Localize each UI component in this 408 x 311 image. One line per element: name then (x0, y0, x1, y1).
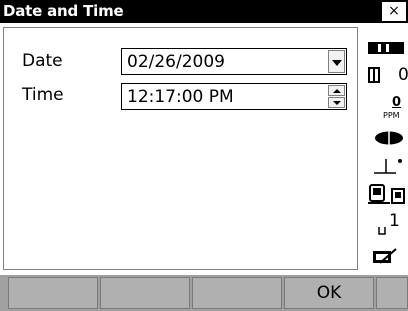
ok-button[interactable]: OK (284, 277, 374, 309)
prism-constant-value: 0 (398, 65, 408, 85)
ppm-value: 0 (392, 95, 402, 110)
time-value: 12:17:00 PM (127, 87, 234, 107)
date-dropdown[interactable]: 02/26/2009 (121, 48, 347, 75)
chevron-down-icon (332, 60, 342, 66)
form-panel: Date 02/26/2009 Time 12:17:00 PM (3, 27, 358, 270)
date-value: 02/26/2009 (127, 52, 225, 72)
softkey-1[interactable] (8, 277, 98, 309)
date-label: Date (22, 51, 63, 71)
title-bar: Date and Time × (0, 0, 408, 23)
target-icon (374, 130, 404, 145)
battery-icon (368, 39, 404, 54)
spin-down-button[interactable] (328, 97, 345, 108)
time-spinner[interactable]: 12:17:00 PM (121, 83, 347, 110)
content-area: Date 02/26/2009 Time 12:17:00 PM (0, 23, 408, 275)
softkey-2[interactable] (100, 277, 190, 309)
close-button[interactable]: × (382, 2, 406, 21)
status-bar: 0 0 PPM 1 (362, 23, 408, 275)
ppm-unit: PPM (383, 111, 400, 120)
spin-up-button[interactable] (328, 85, 345, 96)
tilt-icon (372, 151, 404, 175)
chevron-down-icon (333, 101, 341, 105)
softkey-3[interactable] (192, 277, 282, 309)
softkey-bar: OK (0, 275, 408, 311)
input-mode-icon (372, 247, 398, 265)
time-spin-buttons (328, 85, 345, 108)
prism-constant-icon (368, 67, 380, 83)
communication-icon (368, 183, 406, 207)
chevron-up-icon (333, 89, 341, 93)
time-label: Time (22, 85, 64, 105)
window-title: Date and Time (3, 2, 124, 20)
softkey-5[interactable] (376, 277, 408, 309)
page-icon (378, 220, 386, 235)
page-number: 1 (389, 211, 400, 231)
dropdown-button[interactable] (328, 50, 345, 73)
